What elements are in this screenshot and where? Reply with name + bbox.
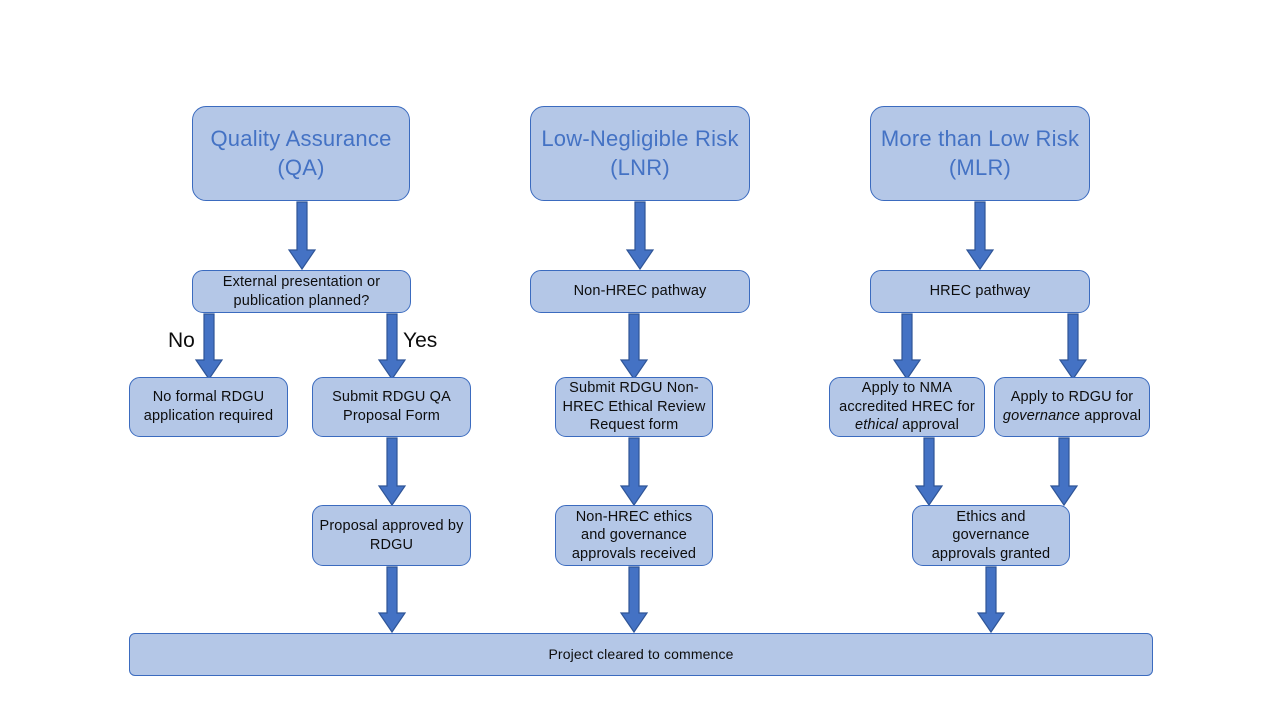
node-lnr-approvals-received[interactable]: Non-HREC ethics and governance approvals…: [555, 505, 713, 566]
node-header-qa[interactable]: Quality Assurance (QA): [192, 106, 410, 201]
node-qa-decision[interactable]: External presentation or publication pla…: [192, 270, 411, 313]
node-lnr-submit-form[interactable]: Submit RDGU Non-HREC Ethical Review Requ…: [555, 377, 713, 437]
node-qa-submit-proposal[interactable]: Submit RDGU QA Proposal Form: [312, 377, 471, 437]
node-label: Non-HREC pathway: [573, 283, 707, 300]
node-label-emphasis: ethical: [855, 417, 898, 434]
arrow-mlr-governance-to-approvals: [1049, 437, 1079, 507]
node-label: Submit RDGU QA Proposal Form: [332, 389, 451, 424]
arrow-lnr-header-to-pathway: [625, 201, 655, 271]
node-label-part-1: Apply to RDGU for: [1010, 389, 1134, 406]
arrow-lnr-approvals-to-final: [619, 566, 649, 634]
node-label: No formal RDGU application required: [143, 389, 274, 424]
node-mlr-approvals-granted[interactable]: Ethics and governance approvals granted: [912, 505, 1070, 566]
edge-label-yes: Yes: [403, 329, 438, 352]
node-label: Low-Negligible Risk (LNR): [541, 125, 739, 180]
node-project-cleared[interactable]: Project cleared to commence: [129, 633, 1153, 676]
node-label: Non-HREC ethics and governance approvals…: [571, 508, 697, 562]
node-label: Apply to RDGU for governance approval: [1001, 388, 1143, 425]
arrow-mlr-approvals-to-final: [976, 566, 1006, 634]
arrow-mlr-ethical-to-approvals: [914, 437, 944, 507]
node-qa-proposal-approved[interactable]: Proposal approved by RDGU: [312, 505, 471, 566]
node-label-part-1: Apply to NMA accredited HREC for: [839, 380, 975, 415]
arrow-mlr-pathway-to-governance: [1058, 313, 1088, 381]
node-label-part-3: approval: [1080, 408, 1142, 424]
arrow-mlr-pathway-to-ethical: [892, 313, 922, 381]
flowchart-canvas: Quality Assurance (QA) Low-Negligible Ri…: [0, 0, 1280, 720]
arrow-qa-approved-to-final: [377, 566, 407, 634]
node-mlr-pathway[interactable]: HREC pathway: [870, 270, 1090, 313]
arrow-qa-submit-to-approved: [377, 437, 407, 507]
node-qa-no-application[interactable]: No formal RDGU application required: [129, 377, 288, 437]
node-label: Proposal approved by RDGU: [319, 517, 464, 553]
node-label: HREC pathway: [929, 283, 1031, 300]
node-lnr-pathway[interactable]: Non-HREC pathway: [530, 270, 750, 313]
node-header-mlr[interactable]: More than Low Risk (MLR): [870, 106, 1090, 201]
node-label: Apply to NMA accredited HREC for ethical…: [836, 379, 978, 435]
node-mlr-governance-approval[interactable]: Apply to RDGU for governance approval: [994, 377, 1150, 437]
node-label: Submit RDGU Non-HREC Ethical Review Requ…: [562, 380, 706, 434]
node-label: More than Low Risk (MLR): [880, 125, 1080, 180]
arrow-qa-header-to-decision: [287, 201, 317, 271]
node-label-emphasis: governance: [1002, 408, 1081, 424]
node-label: Quality Assurance (QA): [210, 125, 392, 180]
node-label: Ethics and governance approvals granted: [931, 508, 1051, 562]
node-mlr-ethical-approval[interactable]: Apply to NMA accredited HREC for ethical…: [829, 377, 985, 437]
edge-label-no: No: [168, 329, 195, 352]
arrow-mlr-header-to-pathway: [965, 201, 995, 271]
node-label-part-3: approval: [897, 417, 959, 434]
node-header-lnr[interactable]: Low-Negligible Risk (LNR): [530, 106, 750, 201]
arrow-lnr-pathway-to-submit: [619, 313, 649, 381]
arrow-lnr-submit-to-approvals: [619, 437, 649, 507]
arrow-qa-decision-to-yes: [377, 313, 407, 381]
node-label: External presentation or publication pla…: [222, 273, 381, 309]
node-label: Project cleared to commence: [548, 645, 734, 662]
arrow-qa-decision-to-no: [194, 313, 224, 381]
